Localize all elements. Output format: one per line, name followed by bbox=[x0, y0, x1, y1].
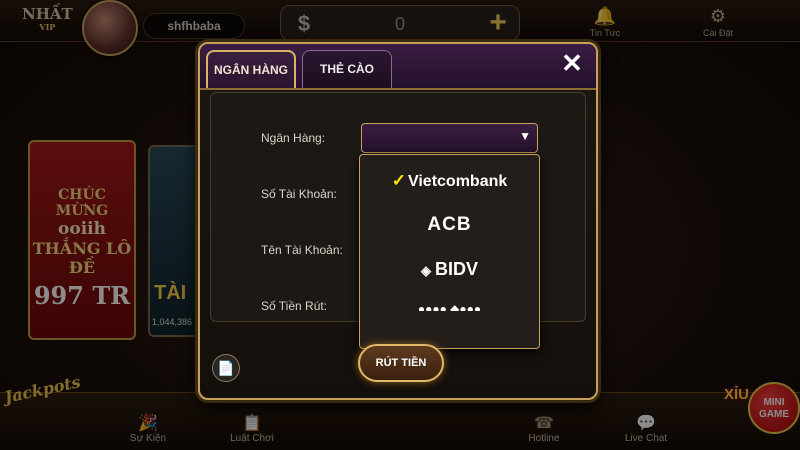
account-name-label: Tên Tài Khoản: bbox=[261, 243, 343, 257]
bank-option-partial[interactable]: ●●●● ◆●●● bbox=[360, 297, 539, 311]
withdraw-button[interactable]: RÚT TIỀN bbox=[358, 344, 444, 382]
amount-label: Số Tiền Rút: bbox=[261, 299, 328, 313]
close-icon[interactable]: ✕ bbox=[556, 48, 588, 80]
partial-bank-logo-icon: ●●●● ◆●●● bbox=[417, 302, 482, 311]
vietcombank-logo-icon: ✓ bbox=[391, 171, 406, 190]
bank-option-label: ACB bbox=[427, 214, 472, 235]
tab-scratch-card[interactable]: THẺ CÀO bbox=[302, 50, 392, 88]
bank-option-label: Vietcombank bbox=[407, 173, 508, 190]
bank-option-vietcombank[interactable]: ✓ Vietcombank bbox=[360, 159, 539, 203]
bank-option-bidv[interactable]: ◈ BIDV bbox=[360, 247, 539, 291]
bank-dropdown-list: ✓ Vietcombank ACB ◈ BIDV ●●●● ◆●●● bbox=[359, 154, 540, 349]
tab-bank[interactable]: NGÂN HÀNG bbox=[206, 50, 296, 88]
bidv-logo-icon: ◈ bbox=[420, 263, 431, 278]
dialog-tab-bar: NGÂN HÀNG THẺ CÀO ✕ bbox=[200, 44, 596, 90]
withdraw-dialog: NGÂN HÀNG THẺ CÀO ✕ Ngân Hàng: ▼ Số Tài … bbox=[198, 42, 598, 400]
chevron-down-icon: ▼ bbox=[519, 129, 531, 143]
bank-option-label: BIDV bbox=[434, 259, 478, 279]
bank-label: Ngân Hàng: bbox=[261, 131, 326, 145]
bank-option-acb[interactable]: ACB bbox=[360, 203, 539, 247]
history-icon[interactable]: 📄 bbox=[212, 354, 240, 382]
bank-select[interactable]: ▼ bbox=[361, 123, 538, 153]
account-number-label: Số Tài Khoản: bbox=[261, 187, 337, 201]
